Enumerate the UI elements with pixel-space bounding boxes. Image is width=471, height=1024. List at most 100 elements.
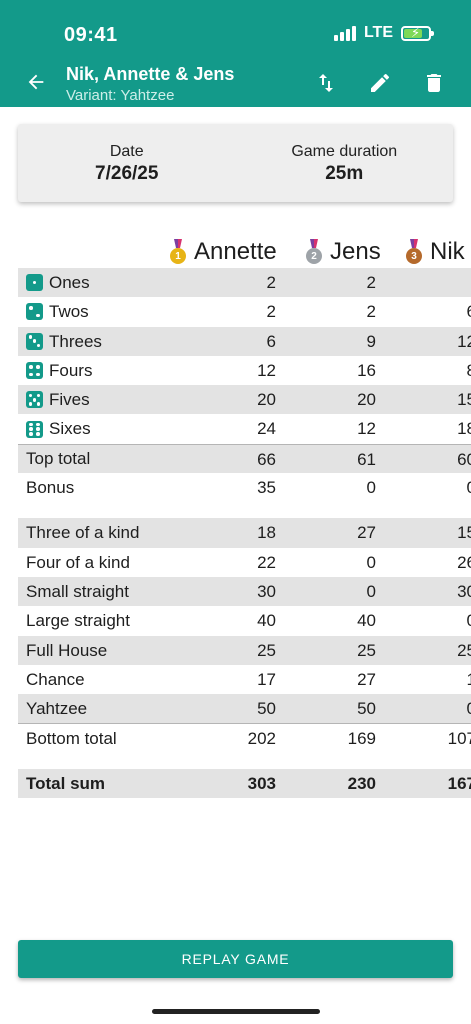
score-cell[interactable]: 50	[316, 694, 376, 723]
score-cell[interactable]: 35	[216, 473, 276, 502]
score-row: Three of a kind 18 27 15	[18, 518, 471, 548]
score-cell[interactable]: 107	[416, 724, 471, 753]
swap-order-button[interactable]	[311, 68, 341, 98]
row-label: Fives	[26, 385, 90, 414]
row-label-text: Bonus	[26, 478, 75, 498]
score-cell[interactable]: 169	[316, 724, 376, 753]
player-header-jens: 2 Jens	[306, 236, 381, 268]
score-cell[interactable]: 25	[316, 636, 376, 665]
score-cell[interactable]: 230	[316, 769, 376, 798]
score-cell[interactable]: 24	[216, 414, 276, 443]
score-cell[interactable]: 0	[416, 473, 471, 502]
score-table[interactable]: 1 Annette 2 Jens 3 Nik Ones22Twos226Thre…	[18, 236, 471, 799]
score-cell[interactable]: 17	[216, 665, 276, 694]
score-row: Full House 25 25 25	[18, 635, 471, 665]
score-cell[interactable]: 12	[316, 414, 376, 443]
row-label: Three of a kind	[26, 518, 139, 547]
score-cell[interactable]: 26	[416, 548, 471, 577]
row-label: Large straight	[26, 606, 130, 635]
score-cell[interactable]: 40	[316, 606, 376, 635]
score-cell[interactable]: 0	[416, 606, 471, 635]
bronze-medal-icon: 3	[406, 239, 422, 265]
title-block: Nik, Annette & Jens Variant: Yahtzee	[66, 64, 234, 104]
score-cell[interactable]: 61	[316, 445, 376, 474]
delete-button[interactable]	[419, 68, 449, 98]
row-label-text: Four of a kind	[26, 552, 130, 572]
row-label: Bottom total	[26, 724, 117, 752]
score-cell[interactable]: 66	[216, 445, 276, 474]
replay-game-button[interactable]: REPLAY GAME	[18, 940, 453, 978]
edit-button[interactable]	[365, 68, 395, 98]
row-label: Small straight	[26, 577, 129, 606]
score-cell[interactable]: 40	[216, 606, 276, 635]
row-label-text: Fives	[49, 390, 90, 410]
score-cell[interactable]: 22	[216, 548, 276, 577]
score-cell[interactable]: 303	[216, 769, 276, 798]
score-row: Large straight 40 40 0	[18, 606, 471, 635]
score-cell[interactable]: 8	[416, 356, 471, 385]
dice-6-icon	[26, 420, 43, 438]
score-cell[interactable]: 2	[316, 297, 376, 326]
player-name: Annette	[194, 238, 277, 265]
score-cell[interactable]: 60	[416, 445, 471, 474]
row-label-text: Total sum	[26, 773, 106, 793]
score-cell[interactable]: 167	[416, 769, 471, 798]
score-cell[interactable]: 0	[416, 694, 471, 723]
score-row: Bottom total 202 169 107	[18, 723, 471, 752]
player-header-nik: 3 Nik	[406, 236, 465, 268]
score-cell[interactable]: 0	[316, 548, 376, 577]
score-cell[interactable]: 50	[216, 694, 276, 723]
dice-4-icon	[26, 362, 43, 380]
score-cell[interactable]: 6	[416, 297, 471, 326]
row-label: Sixes	[26, 414, 91, 443]
row-label-text: Sixes	[49, 419, 91, 439]
score-cell[interactable]: 18	[416, 414, 471, 443]
score-cell[interactable]: 25	[416, 636, 471, 665]
score-cell[interactable]: 2	[216, 297, 276, 326]
score-cell[interactable]: 2	[316, 268, 376, 297]
score-cell[interactable]: 12	[416, 327, 471, 356]
score-cell[interactable]: 27	[316, 518, 376, 547]
score-cell[interactable]: 30	[416, 577, 471, 606]
duration-value: 25m	[325, 163, 364, 184]
back-button[interactable]	[22, 68, 50, 96]
score-row: Four of a kind 22 0 26	[18, 548, 471, 577]
score-cell[interactable]: 9	[316, 327, 376, 356]
row-label-text: Chance	[26, 669, 85, 689]
dice-1-icon	[26, 274, 43, 292]
score-cell[interactable]: 20	[316, 385, 376, 414]
medal-coin: 2	[306, 248, 322, 264]
score-cell[interactable]: 0	[316, 473, 376, 502]
score-cell[interactable]: 25	[216, 636, 276, 665]
score-cell[interactable]: 30	[216, 577, 276, 606]
score-cell[interactable]: 202	[216, 724, 276, 753]
row-label: Fours	[26, 356, 92, 385]
score-cell[interactable]: 1	[416, 665, 471, 694]
score-cell[interactable]: 0	[316, 577, 376, 606]
duration-info: Game duration 25m	[236, 124, 454, 202]
score-row: Bonus 35 0 0	[18, 473, 471, 502]
score-cell[interactable]: 6	[216, 327, 276, 356]
score-cell[interactable]: 12	[216, 356, 276, 385]
score-cell[interactable]: 27	[316, 665, 376, 694]
score-row: Top total 66 61 60	[18, 443, 471, 474]
score-row: Fours 12 16 8	[18, 356, 471, 385]
score-cell[interactable]: 2	[216, 268, 276, 297]
player-header-annette: 1 Annette	[170, 236, 277, 268]
row-label: Top total	[26, 445, 90, 473]
row-label-text: Twos	[49, 302, 89, 322]
score-row: Twos 2 2 6	[18, 297, 471, 326]
row-label: Full House	[26, 636, 107, 665]
date-value: 7/26/25	[95, 163, 159, 184]
row-label-text: Full House	[26, 640, 108, 660]
score-row: Total sum 303 230 167	[18, 768, 471, 799]
player-name: Nik	[430, 238, 465, 265]
score-cell[interactable]: 15	[416, 385, 471, 414]
score-cell[interactable]: 18	[216, 518, 276, 547]
lower-section: Three of a kind 18 27 15 Four of a kind 22 0 26…	[18, 518, 471, 724]
score-cell[interactable]: 20	[216, 385, 276, 414]
score-cell[interactable]: 15	[416, 518, 471, 547]
row-label: Ones	[26, 268, 90, 297]
row-label-text: Fours	[49, 360, 93, 380]
score-cell[interactable]: 16	[316, 356, 376, 385]
